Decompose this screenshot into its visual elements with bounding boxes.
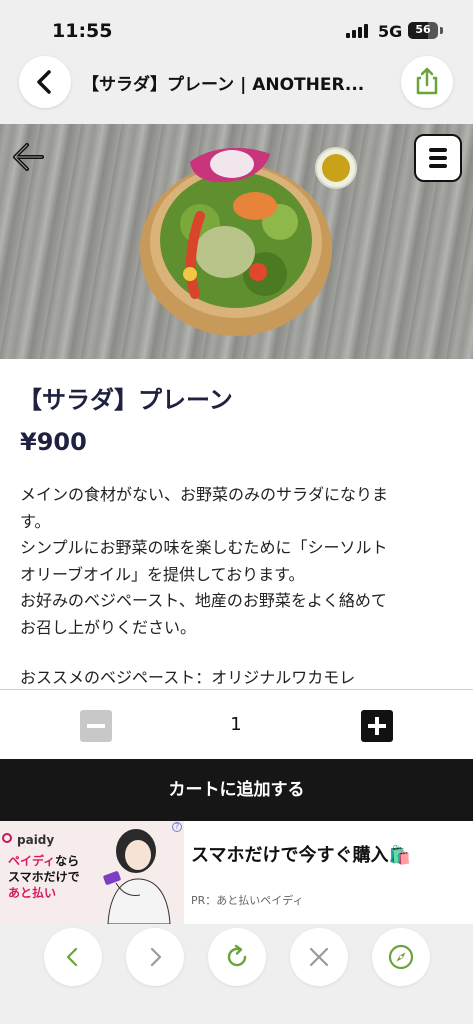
product-name: 【サラダ】プレーン bbox=[18, 386, 233, 414]
ad-copy-line: あと払い bbox=[8, 886, 57, 900]
quantity-decrease-button[interactable] bbox=[80, 710, 112, 742]
description-line: シンプルにお野菜の味を楽しむために「シーソルト bbox=[20, 538, 388, 557]
ad-copy: ペイディなら スマホだけで あと払い bbox=[8, 853, 80, 901]
description-line: オリーブオイル」を提供しております。 bbox=[20, 564, 305, 584]
close-icon bbox=[309, 947, 329, 967]
hamburger-icon bbox=[429, 148, 447, 152]
description-line: お召し上がりください。 bbox=[20, 617, 197, 637]
hamburger-menu-button[interactable] bbox=[414, 134, 462, 182]
reload-icon bbox=[227, 944, 247, 967]
share-button[interactable] bbox=[401, 56, 453, 108]
battery-icon: 56 bbox=[408, 22, 438, 39]
chevron-right-icon bbox=[150, 947, 162, 967]
share-icon bbox=[416, 67, 438, 95]
ad-copy-line: スマホだけで bbox=[8, 870, 80, 884]
chevron-left-icon bbox=[66, 947, 78, 967]
product-price: ¥900 bbox=[20, 428, 87, 456]
status-bar: 11:55 5G 56 bbox=[0, 0, 473, 56]
paidy-logo-icon bbox=[2, 833, 12, 843]
ad-headline: スマホだけで今すぐ購入🛍️ bbox=[191, 845, 411, 866]
product-image bbox=[0, 124, 473, 359]
ad-brand: paidy bbox=[17, 833, 55, 847]
salad-bowl-image bbox=[140, 147, 357, 336]
ad-copy-brand: ペイディ bbox=[8, 854, 56, 868]
signal-icon bbox=[346, 24, 372, 38]
browser-header: 【サラダ】プレーン | ANOTHER... bbox=[0, 56, 473, 124]
toolbar-reload-button[interactable] bbox=[208, 928, 266, 986]
ad-copy-suffix: なら bbox=[55, 854, 80, 868]
browser-toolbar bbox=[0, 924, 473, 1024]
chevron-left-icon bbox=[37, 70, 51, 94]
toolbar-compass-button[interactable] bbox=[372, 928, 430, 986]
ad-banner[interactable]: paidy ペイディなら スマホだけで あと払い ? スマホだけで今すぐ購入🛍️… bbox=[0, 821, 473, 924]
ad-info-icon[interactable]: ? bbox=[172, 822, 182, 832]
network-label: 5G bbox=[378, 22, 403, 41]
person-illustration bbox=[103, 829, 171, 924]
page-title: 【サラダ】プレーン | ANOTHER... bbox=[82, 75, 365, 95]
toolbar-close-button[interactable] bbox=[290, 928, 348, 986]
recommended-paste: おススメのベジペースト：オリジナルワカモレ bbox=[20, 668, 356, 687]
quantity-increase-button[interactable] bbox=[361, 710, 393, 742]
quantity-stepper: 1 bbox=[0, 689, 473, 759]
browser-back-button[interactable] bbox=[19, 56, 71, 108]
ad-sponsor: PR：あと払いペイディ bbox=[191, 894, 304, 907]
product-description: メインの食材がない、お野菜のみのサラダになりま す。 シンプルにお野菜の味を楽し… bbox=[20, 482, 452, 641]
description-line: す。 bbox=[20, 511, 51, 531]
quantity-value: 1 bbox=[230, 714, 242, 735]
description-line: お好みのベジペースト、地産のお野菜をよく絡めて bbox=[20, 591, 387, 610]
toolbar-back-button[interactable] bbox=[44, 928, 102, 986]
battery-level: 56 bbox=[415, 23, 431, 36]
toolbar-forward-button[interactable] bbox=[126, 928, 184, 986]
add-to-cart-button[interactable]: カートに追加する bbox=[0, 759, 473, 821]
status-time: 11:55 bbox=[52, 20, 113, 42]
description-line: メインの食材がない、お野菜のみのサラダになりま bbox=[20, 485, 389, 504]
compass-icon bbox=[388, 944, 414, 970]
arrow-left-icon[interactable] bbox=[10, 140, 46, 174]
ad-image: paidy ペイディなら スマホだけで あと払い ? bbox=[0, 821, 184, 924]
